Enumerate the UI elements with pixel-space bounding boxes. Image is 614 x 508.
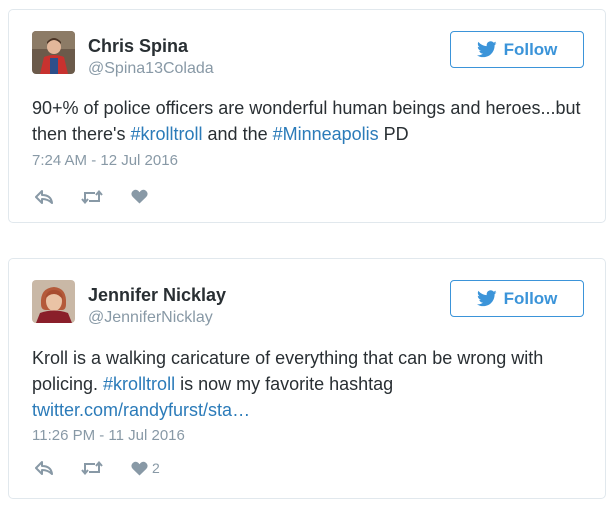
author-name[interactable]: Jennifer Nicklay [88, 285, 226, 306]
tweet-actions: 2 [35, 460, 188, 476]
like-button[interactable]: 2 [131, 460, 160, 476]
retweet-icon [81, 189, 103, 204]
avatar[interactable] [32, 280, 75, 323]
tweet-text-part: and the [202, 124, 273, 144]
like-count: 2 [152, 460, 160, 476]
reply-icon [35, 189, 53, 204]
author-handle[interactable]: @Spina13Colada [88, 60, 214, 78]
follow-button[interactable]: Follow [450, 280, 584, 317]
author-handle[interactable]: @JenniferNicklay [88, 309, 213, 327]
tweet-text: Kroll is a walking caricature of everyth… [32, 345, 585, 423]
hashtag-link[interactable]: #Minneapolis [273, 124, 379, 144]
tweet-text: 90+% of police officers are wonderful hu… [32, 95, 585, 147]
follow-label: Follow [503, 288, 558, 308]
heart-icon [131, 461, 148, 475]
tweet-timestamp[interactable]: 7:24 AM - 12 Jul 2016 [32, 152, 178, 169]
url-link[interactable]: twitter.com/randyfurst/sta… [32, 400, 250, 420]
reply-button[interactable] [35, 461, 53, 475]
hashtag-link[interactable]: #krolltroll [131, 124, 203, 144]
hashtag-link[interactable]: #krolltroll [103, 374, 175, 394]
reply-icon [35, 461, 53, 475]
retweet-button[interactable] [81, 461, 103, 475]
tweet-actions [35, 189, 180, 204]
heart-icon [131, 189, 148, 204]
follow-button[interactable]: Follow [450, 31, 584, 68]
tweet-timestamp[interactable]: 11:26 PM - 11 Jul 2016 [32, 427, 185, 444]
tweet-text-part: PD [378, 124, 409, 144]
twitter-bird-icon [476, 290, 497, 307]
tweet-card: Chris Spina @Spina13Colada Follow 90+% o… [8, 9, 606, 223]
reply-button[interactable] [35, 189, 53, 204]
retweet-icon [81, 461, 103, 475]
tweet-card: Jennifer Nicklay @JenniferNicklay Follow… [8, 258, 606, 499]
retweet-button[interactable] [81, 189, 103, 204]
like-button[interactable] [131, 189, 152, 204]
author-name[interactable]: Chris Spina [88, 36, 188, 57]
tweet-text-part: is now my favorite hashtag [175, 374, 394, 394]
follow-label: Follow [503, 39, 558, 59]
avatar[interactable] [32, 31, 75, 74]
twitter-bird-icon [476, 41, 497, 58]
